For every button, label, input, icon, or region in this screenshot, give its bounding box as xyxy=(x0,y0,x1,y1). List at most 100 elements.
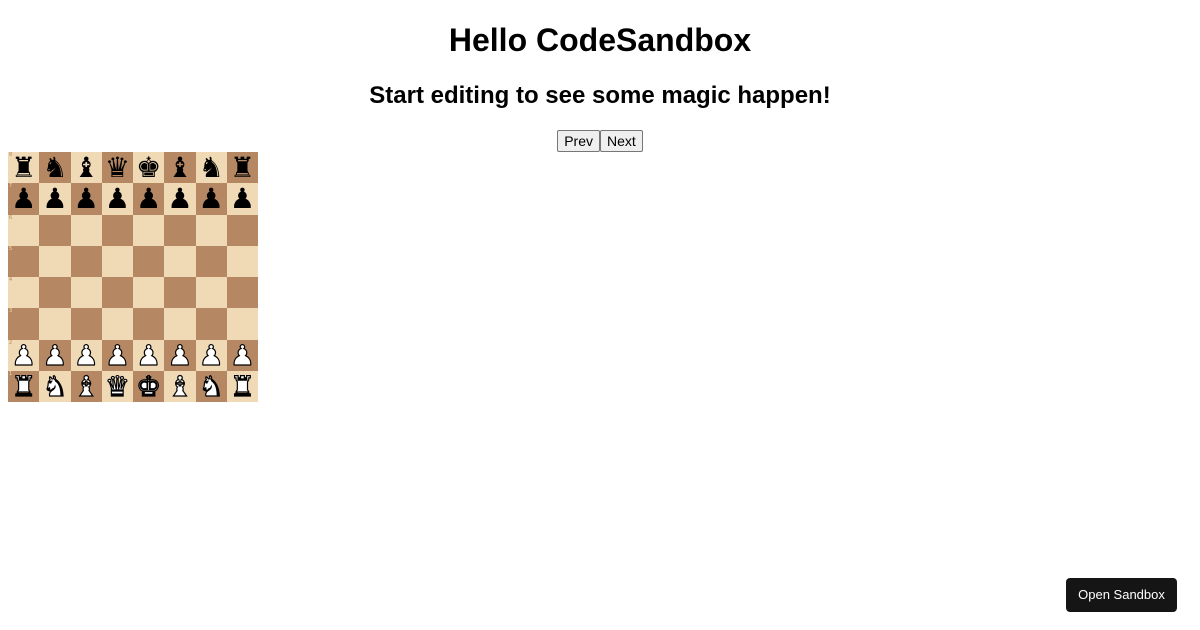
board-square[interactable] xyxy=(133,308,165,340)
white-pawn-icon[interactable]: ♟ xyxy=(133,340,164,371)
black-knight-icon[interactable]: ♞ xyxy=(196,152,227,183)
board-square[interactable]: 3 xyxy=(8,308,40,340)
black-bishop-icon[interactable]: ♝ xyxy=(71,152,102,183)
black-queen-icon[interactable]: ♛ xyxy=(102,152,133,183)
board-square[interactable]: 7 ♟ xyxy=(8,183,40,215)
board-square[interactable] xyxy=(133,245,165,277)
board-square[interactable]: ♟ xyxy=(70,339,102,371)
white-pawn-icon[interactable]: ♟ xyxy=(227,340,258,371)
board-square[interactable] xyxy=(70,214,102,246)
board-square[interactable] xyxy=(133,277,165,309)
white-pawn-icon[interactable]: ♟ xyxy=(102,340,133,371)
board-square[interactable]: ♞ xyxy=(195,152,227,184)
board-square[interactable] xyxy=(195,214,227,246)
board-square[interactable]: ♟ xyxy=(133,339,165,371)
board-square[interactable]: 5 xyxy=(8,245,40,277)
board-square[interactable] xyxy=(39,277,71,309)
black-pawn-icon[interactable]: ♟ xyxy=(227,183,258,214)
board-square[interactable]: ♟ xyxy=(164,339,196,371)
prev-button[interactable]: Prev xyxy=(557,130,600,152)
black-pawn-icon[interactable]: ♟ xyxy=(164,183,195,214)
white-bishop-icon[interactable]: ♝ xyxy=(164,371,195,402)
chessboard[interactable]: 8 ♜ ♞ ♝ ♛ ♚ ♝ ♞ ♜ 7 ♟ ♟ ♟ ♟ ♟ ♟ ♟ ♟ 6 5 4 3 2 ♟ ♟ ♟ ♟ ♟ ♟ ♟ ♟ 1 ♜ ♞ ♝ ♛ ♚ ♝ ♞ ♜ xyxy=(8,152,258,402)
board-square[interactable] xyxy=(164,214,196,246)
board-square[interactable] xyxy=(39,245,71,277)
board-square[interactable] xyxy=(101,214,133,246)
board-square[interactable] xyxy=(195,308,227,340)
board-square[interactable] xyxy=(164,245,196,277)
black-pawn-icon[interactable]: ♟ xyxy=(8,183,39,214)
open-sandbox-button[interactable]: Open Sandbox xyxy=(1066,578,1177,612)
board-square[interactable] xyxy=(101,245,133,277)
black-rook-icon[interactable]: ♜ xyxy=(8,152,39,183)
board-square[interactable]: ♟ xyxy=(226,183,258,215)
board-square[interactable]: ♞ xyxy=(39,152,71,184)
board-square[interactable]: ♛ xyxy=(101,370,133,402)
black-pawn-icon[interactable]: ♟ xyxy=(71,183,102,214)
white-knight-icon[interactable]: ♞ xyxy=(39,371,70,402)
board-square[interactable]: ♜ xyxy=(226,370,258,402)
board-square[interactable]: ♛ xyxy=(101,152,133,184)
board-square[interactable]: 6 xyxy=(8,214,40,246)
board-square[interactable]: ♟ xyxy=(133,183,165,215)
board-square[interactable]: ♟ xyxy=(39,183,71,215)
white-pawn-icon[interactable]: ♟ xyxy=(196,340,227,371)
board-square[interactable]: ♟ xyxy=(195,339,227,371)
board-square[interactable] xyxy=(101,277,133,309)
white-queen-icon[interactable]: ♛ xyxy=(102,371,133,402)
board-square[interactable] xyxy=(226,245,258,277)
board-square[interactable] xyxy=(70,277,102,309)
board-square[interactable] xyxy=(226,214,258,246)
board-square[interactable]: ♝ xyxy=(164,152,196,184)
board-square[interactable]: ♟ xyxy=(101,339,133,371)
board-square[interactable]: 1 ♜ xyxy=(8,370,40,402)
board-square[interactable]: 4 xyxy=(8,277,40,309)
board-square[interactable]: ♜ xyxy=(226,152,258,184)
board-square[interactable]: ♟ xyxy=(39,339,71,371)
board-square[interactable] xyxy=(226,308,258,340)
black-pawn-icon[interactable]: ♟ xyxy=(133,183,164,214)
board-square[interactable] xyxy=(195,277,227,309)
board-square[interactable]: ♟ xyxy=(195,183,227,215)
board-square[interactable]: ♚ xyxy=(133,370,165,402)
board-square[interactable]: ♝ xyxy=(70,152,102,184)
black-knight-icon[interactable]: ♞ xyxy=(39,152,70,183)
board-square[interactable]: ♞ xyxy=(39,370,71,402)
board-square[interactable]: 2 ♟ xyxy=(8,339,40,371)
board-square[interactable] xyxy=(70,308,102,340)
board-square[interactable] xyxy=(195,245,227,277)
black-pawn-icon[interactable]: ♟ xyxy=(102,183,133,214)
board-square[interactable] xyxy=(164,277,196,309)
white-pawn-icon[interactable]: ♟ xyxy=(39,340,70,371)
white-knight-icon[interactable]: ♞ xyxy=(196,371,227,402)
board-square[interactable]: ♟ xyxy=(226,339,258,371)
board-square[interactable] xyxy=(39,308,71,340)
board-square[interactable] xyxy=(226,277,258,309)
white-rook-icon[interactable]: ♜ xyxy=(8,371,39,402)
board-square[interactable] xyxy=(133,214,165,246)
board-square[interactable]: ♟ xyxy=(70,183,102,215)
board-square[interactable] xyxy=(164,308,196,340)
white-pawn-icon[interactable]: ♟ xyxy=(164,340,195,371)
black-rook-icon[interactable]: ♜ xyxy=(227,152,258,183)
board-square[interactable]: ♟ xyxy=(101,183,133,215)
board-square[interactable]: ♝ xyxy=(164,370,196,402)
board-square[interactable]: ♞ xyxy=(195,370,227,402)
next-button[interactable]: Next xyxy=(600,130,643,152)
black-pawn-icon[interactable]: ♟ xyxy=(39,183,70,214)
white-king-icon[interactable]: ♚ xyxy=(133,371,164,402)
black-pawn-icon[interactable]: ♟ xyxy=(196,183,227,214)
white-pawn-icon[interactable]: ♟ xyxy=(8,340,39,371)
board-square[interactable] xyxy=(39,214,71,246)
white-bishop-icon[interactable]: ♝ xyxy=(71,371,102,402)
board-square[interactable] xyxy=(101,308,133,340)
white-rook-icon[interactable]: ♜ xyxy=(227,371,258,402)
board-square[interactable]: ♟ xyxy=(164,183,196,215)
black-bishop-icon[interactable]: ♝ xyxy=(164,152,195,183)
black-king-icon[interactable]: ♚ xyxy=(133,152,164,183)
board-square[interactable]: 8 ♜ xyxy=(8,152,40,184)
board-square[interactable]: ♝ xyxy=(70,370,102,402)
white-pawn-icon[interactable]: ♟ xyxy=(71,340,102,371)
board-square[interactable] xyxy=(70,245,102,277)
board-square[interactable]: ♚ xyxy=(133,152,165,184)
